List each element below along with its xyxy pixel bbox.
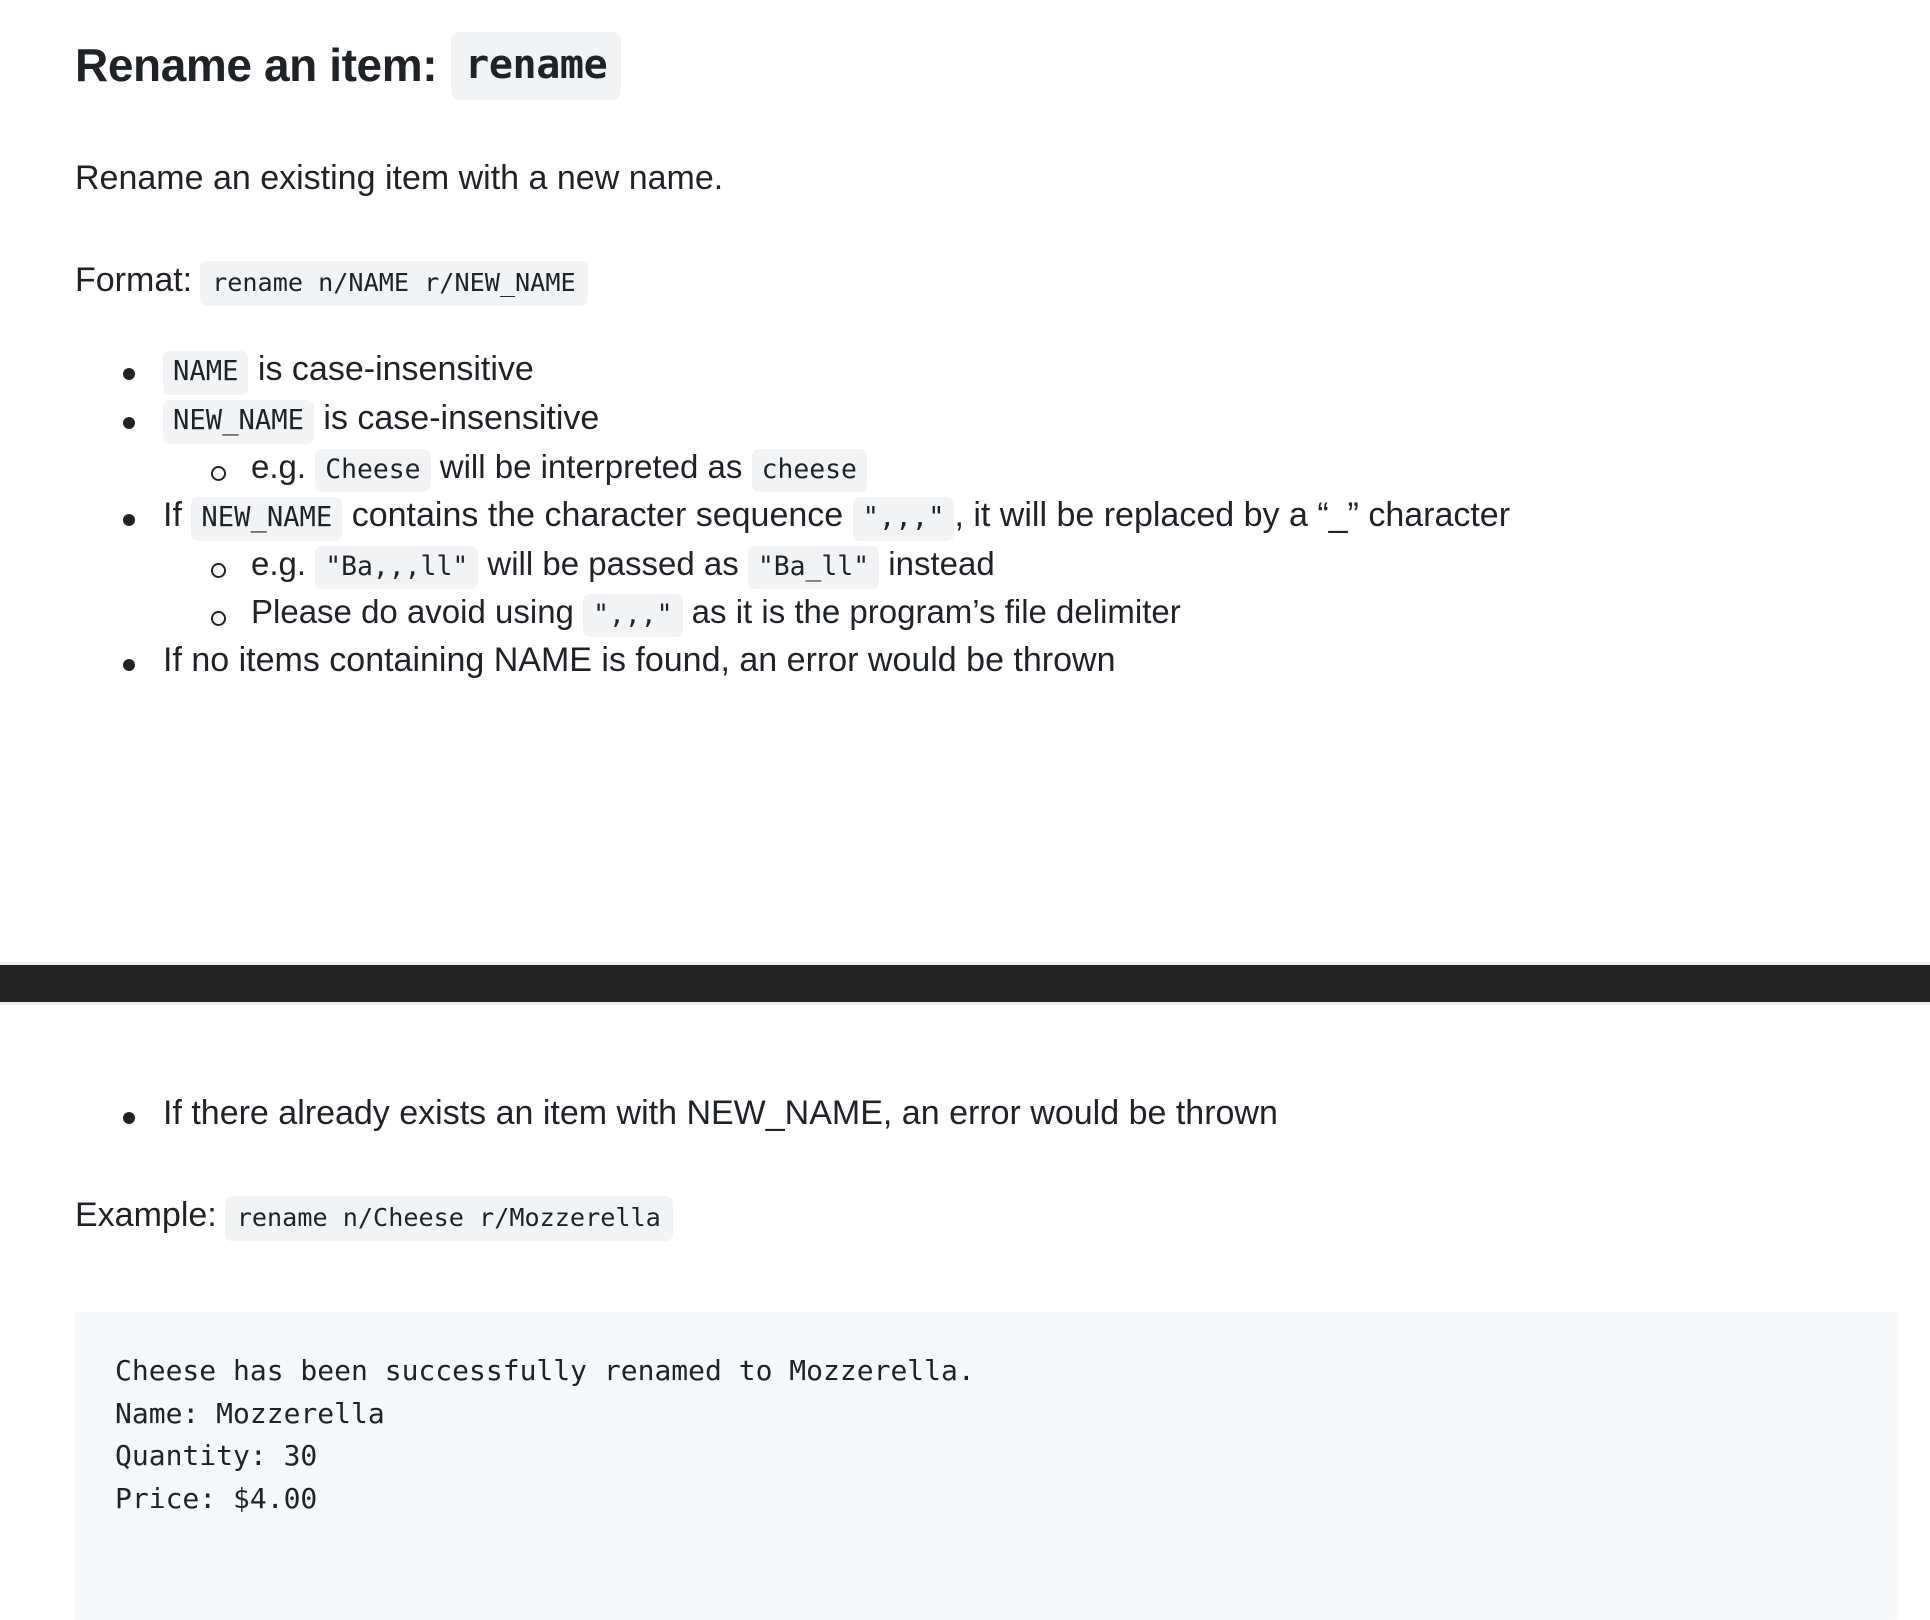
list-item: NAME is case-insensitive: [115, 346, 1898, 396]
inline-code-chip: "Ba,,,ll": [315, 546, 479, 590]
inline-code-chip: Cheese: [315, 449, 431, 493]
text-run: instead: [879, 545, 995, 583]
page-title: Rename an item: rename: [75, 0, 1898, 101]
constraints-list-top: NAME is case-insensitive NEW_NAME is case…: [75, 346, 1898, 684]
separator-line-bottom: [0, 1002, 1930, 1005]
page-root: Rename an item: rename Rename an existing…: [0, 0, 1930, 1620]
sub-list: e.g. "Ba,,,ll" will be passed as "Ba_ll"…: [163, 541, 1898, 638]
text-run: If no items containing NAME is found, an…: [163, 641, 1116, 680]
description-paragraph: Rename an existing item with a new name.: [75, 159, 724, 198]
inline-code-chip: NEW_NAME: [191, 497, 343, 542]
inline-code-chip: cheese: [751, 449, 867, 493]
text-run: will be interpreted as: [430, 448, 752, 486]
format-label: Format:: [75, 260, 193, 299]
text-run: as it is the program’s file delimiter: [682, 593, 1181, 631]
text-run: Please do avoid using: [251, 593, 584, 631]
bottom-section: If there already exists an item with NEW…: [0, 1090, 1930, 1242]
list-item-text: If there already exists an item with NEW…: [163, 1090, 1898, 1137]
list-item: NEW_NAME is case-insensitive e.g. Cheese …: [115, 395, 1898, 493]
list-item-text: If NEW_NAME contains the character seque…: [163, 492, 1898, 542]
list-item: If NEW_NAME contains the character seque…: [115, 492, 1898, 638]
list-item-text: NAME is case-insensitive: [163, 346, 1898, 396]
text-run: contains the character sequence: [342, 496, 853, 535]
inline-code-chip: ",,,": [852, 497, 955, 542]
inline-code-chip: ",,,": [583, 594, 683, 638]
separator-dark-band: [0, 965, 1930, 1002]
text-run: If: [163, 496, 192, 535]
text-run: is case-insensitive: [313, 399, 600, 438]
text-run: If there already exists an item with NEW…: [163, 1094, 1278, 1132]
list-item: If no items containing NAME is found, an…: [115, 637, 1898, 684]
inline-code-chip: NAME: [163, 351, 249, 396]
page-title-text: Rename an item:: [75, 39, 438, 92]
page-title-command-chip: rename: [451, 32, 622, 101]
top-section: Rename an item: rename Rename an existing…: [0, 0, 1930, 684]
text-run: is case-insensitive: [248, 350, 534, 389]
sub-list-item: e.g. "Ba,,,ll" will be passed as "Ba_ll"…: [201, 541, 1898, 590]
text-run: e.g.: [251, 448, 316, 486]
text-run: e.g.: [251, 545, 316, 583]
sub-list-item: Please do avoid using ",,," as it is the…: [201, 589, 1898, 638]
command-output-block: Cheese has been successfully renamed to …: [75, 1312, 1898, 1620]
list-item-text: If no items containing NAME is found, an…: [163, 637, 1898, 684]
text-run: will be passed as: [478, 545, 748, 583]
constraints-list-bottom: If there already exists an item with NEW…: [75, 1090, 1898, 1137]
inline-code-chip: NEW_NAME: [163, 400, 314, 445]
list-item-text: NEW_NAME is case-insensitive: [163, 395, 1898, 445]
sub-list: e.g. Cheese will be interpreted as chees…: [163, 444, 1898, 493]
list-item: If there already exists an item with NEW…: [115, 1090, 1898, 1137]
format-line: Format: rename n/NAME r/NEW_NAME: [75, 258, 1898, 307]
text-run: , it will be replaced by a “_” character: [954, 496, 1511, 535]
example-label: Example:: [75, 1195, 217, 1234]
sub-list-item: e.g. Cheese will be interpreted as chees…: [201, 444, 1898, 493]
example-line: Example: rename n/Cheese r/Mozzerella: [75, 1193, 1898, 1242]
page-break-separator: [0, 962, 1930, 1005]
example-command-chip: rename n/Cheese r/Mozzerella: [224, 1195, 673, 1242]
format-command-chip: rename n/NAME r/NEW_NAME: [200, 260, 588, 307]
inline-code-chip: "Ba_ll": [747, 546, 880, 590]
